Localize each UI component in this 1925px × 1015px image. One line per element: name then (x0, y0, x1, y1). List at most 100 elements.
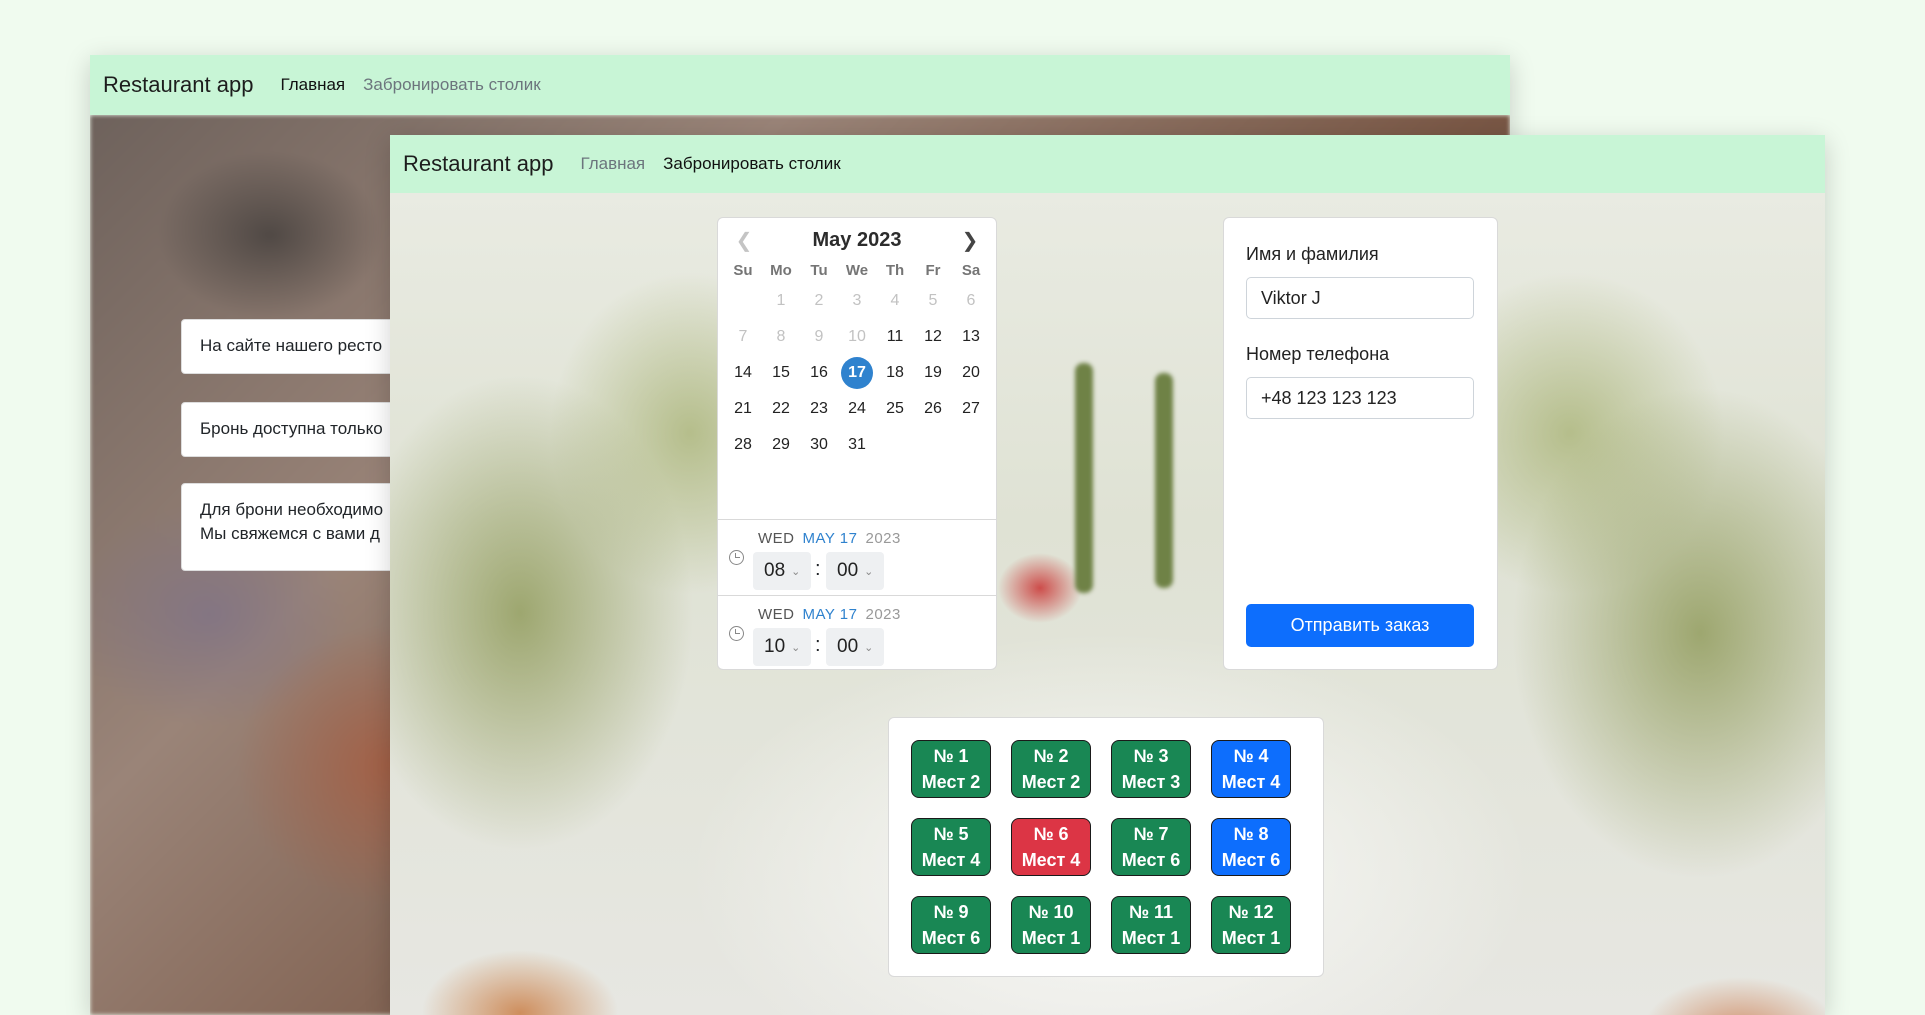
calendar-day[interactable]: 21 (724, 391, 762, 427)
calendar-day[interactable]: 10 (838, 319, 876, 355)
day-number: 21 (734, 400, 752, 417)
weekday-label: Su (733, 262, 753, 279)
table-seats: Мест 4 (1021, 850, 1081, 870)
calendar-day[interactable]: 27 (952, 391, 990, 427)
calendar-day[interactable]: 12 (914, 319, 952, 355)
calendar-day-selected[interactable]: 17 (838, 355, 876, 391)
submit-order-button[interactable]: Отправить заказ (1246, 604, 1474, 647)
table-button[interactable]: № 9 Мест 6 (911, 896, 991, 954)
calendar-day[interactable]: 31 (838, 427, 876, 463)
calendar-days: 1 2 3 4 5 6 7 8 9 10 11 12 13 14 15 16 17 18 19 20 21 22 23 24 2… (718, 279, 996, 463)
calendar-day[interactable]: 22 (762, 391, 800, 427)
info-text: На сайте нашего ресто (200, 336, 383, 355)
calendar-day[interactable]: 20 (952, 355, 990, 391)
calendar-day[interactable]: 30 (800, 427, 838, 463)
table-seats: Мест 3 (1121, 772, 1181, 792)
weekday-text: WED (758, 606, 795, 623)
name-input[interactable] (1246, 277, 1474, 319)
end-hour-select[interactable]: 10 ⌄ (753, 628, 811, 666)
table-button[interactable]: № 11 Мест 1 (1111, 896, 1191, 954)
nav-link-home[interactable]: Главная (280, 75, 345, 95)
table-button[interactable]: № 8 Мест 6 (1211, 818, 1291, 876)
calendar-day[interactable]: 25 (876, 391, 914, 427)
brand[interactable]: Restaurant app (103, 72, 253, 98)
table-button[interactable]: № 6 Мест 4 (1011, 818, 1091, 876)
navbar: Restaurant app Главная Забронировать сто… (90, 55, 1510, 115)
table-button[interactable]: № 4 Мест 4 (1211, 740, 1291, 798)
chevron-down-icon: ⌄ (791, 641, 801, 654)
time-date-label: WED MAY 17 2023 (758, 606, 901, 623)
calendar-day[interactable]: 24 (838, 391, 876, 427)
table-button[interactable]: № 1 Мест 2 (911, 740, 991, 798)
calendar-day[interactable]: 14 (724, 355, 762, 391)
calendar-day[interactable]: 19 (914, 355, 952, 391)
decor-candle (1075, 363, 1093, 593)
table-number: № 3 (1133, 746, 1169, 766)
phone-input[interactable] (1246, 377, 1474, 419)
table-button[interactable]: № 10 Мест 1 (1011, 896, 1091, 954)
chevron-left-icon[interactable]: ❮ (732, 228, 756, 253)
start-hour-select[interactable]: 08 ⌄ (753, 552, 811, 590)
calendar-day[interactable]: 23 (800, 391, 838, 427)
calendar-day[interactable]: 5 (914, 283, 952, 319)
calendar-day[interactable]: 28 (724, 427, 762, 463)
weekday-header: Su Mo Tu We Th Fr Sa (718, 262, 996, 279)
calendar-day[interactable]: 6 (952, 283, 990, 319)
calendar-day[interactable]: 18 (876, 355, 914, 391)
table-number: № 6 (1033, 824, 1069, 844)
nav-link-booking[interactable]: Забронировать столик (363, 75, 540, 95)
start-time-row: WED MAY 17 2023 08 ⌄ : 00 ⌄ (718, 519, 996, 596)
calendar-day[interactable]: 2 (800, 283, 838, 319)
calendar-day[interactable]: 13 (952, 319, 990, 355)
table-seats: Мест 2 (921, 772, 981, 792)
weekday-label: Tu (810, 262, 828, 279)
table-number: № 2 (1033, 746, 1069, 766)
calendar-day[interactable]: 7 (724, 319, 762, 355)
time-date-label: WED MAY 17 2023 (758, 530, 901, 547)
booking-form: Имя и фамилия Номер телефона Отправить з… (1223, 217, 1498, 670)
year-text: 2023 (865, 530, 901, 547)
day-number: 9 (814, 328, 824, 345)
table-button[interactable]: № 12 Мест 1 (1211, 896, 1291, 954)
table-button[interactable]: № 5 Мест 4 (911, 818, 991, 876)
day-number: 4 (890, 292, 900, 309)
calendar-day[interactable]: 8 (762, 319, 800, 355)
year-text: 2023 (865, 606, 901, 623)
day-number: 19 (924, 364, 942, 381)
calendar-day[interactable]: 1 (762, 283, 800, 319)
table-button[interactable]: № 3 Мест 3 (1111, 740, 1191, 798)
table-button[interactable]: № 2 Мест 2 (1011, 740, 1091, 798)
chevron-down-icon: ⌄ (791, 565, 801, 578)
day-number: 24 (848, 400, 866, 417)
table-seats: Мест 1 (1221, 928, 1281, 948)
table-number: № 1 (933, 746, 969, 766)
nav-link-booking[interactable]: Забронировать столик (663, 154, 840, 174)
day-number: 10 (848, 328, 866, 345)
calendar-day[interactable]: 15 (762, 355, 800, 391)
calendar-day[interactable]: 16 (800, 355, 838, 391)
day-number: 27 (962, 400, 980, 417)
end-time-row: WED MAY 17 2023 10 ⌄ : 00 ⌄ (718, 595, 996, 672)
day-number: 14 (734, 364, 752, 381)
calendar-day[interactable]: 26 (914, 391, 952, 427)
table-button[interactable]: № 7 Мест 6 (1111, 818, 1191, 876)
calendar-day[interactable]: 4 (876, 283, 914, 319)
weekday-label: We (845, 262, 869, 279)
table-seats: Мест 1 (1121, 928, 1181, 948)
weekday-label: Sa (961, 262, 981, 279)
navbar: Restaurant app Главная Забронировать сто… (390, 135, 1825, 193)
start-minute-select[interactable]: 00 ⌄ (826, 552, 884, 590)
brand[interactable]: Restaurant app (403, 151, 553, 177)
chevron-right-icon[interactable]: ❯ (958, 228, 982, 253)
calendar-day[interactable]: 29 (762, 427, 800, 463)
calendar-day[interactable]: 3 (838, 283, 876, 319)
table-number: № 12 (1228, 902, 1274, 922)
day-number: 23 (810, 400, 828, 417)
calendar-day[interactable]: 9 (800, 319, 838, 355)
month-day-text: MAY 17 (802, 606, 858, 623)
day-number: 29 (772, 436, 790, 453)
table-number: № 7 (1133, 824, 1169, 844)
nav-link-home[interactable]: Главная (580, 154, 645, 174)
calendar-day[interactable]: 11 (876, 319, 914, 355)
end-minute-select[interactable]: 00 ⌄ (826, 628, 884, 666)
